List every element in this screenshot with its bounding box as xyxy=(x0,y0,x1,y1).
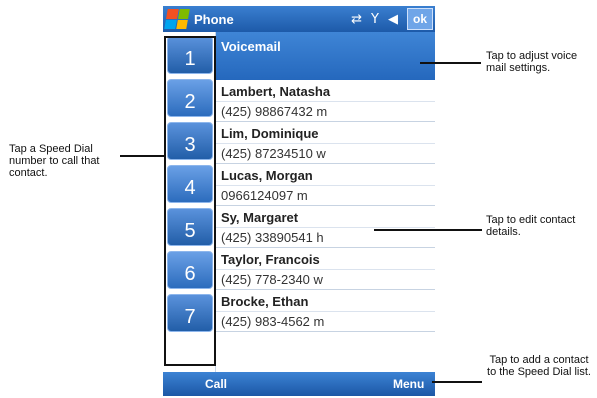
contact-name: Lambert, Natasha xyxy=(221,84,331,99)
contact-row[interactable]: Lim, Dominique (425) 87234510 w xyxy=(216,122,435,164)
contact-name: Taylor, Francois xyxy=(221,252,320,267)
voicemail-label: Voicemail xyxy=(221,39,281,54)
menu-callout: Tap to add a contact to the Speed Dial l… xyxy=(487,354,591,378)
contact-number: (425) 778-2340 w xyxy=(216,269,435,289)
contact-number: (425) 98867432 m xyxy=(216,101,435,121)
speed-dial-callout: Tap a Speed Dial number to call that con… xyxy=(9,143,100,179)
contact-row[interactable]: Sy, Margaret (425) 33890541 h xyxy=(216,206,435,248)
contact-name: Brocke, Ethan xyxy=(221,294,309,309)
contact-row[interactable]: Lucas, Morgan 0966124097 m xyxy=(216,164,435,206)
speaker-icon[interactable]: ◀︎ xyxy=(388,12,398,27)
contact-row[interactable]: Brocke, Ethan (425) 983-4562 m xyxy=(216,290,435,332)
windows-start-icon[interactable] xyxy=(164,9,190,29)
voicemail-leader-line xyxy=(420,62,481,64)
speed-dial-list: Voicemail Lambert, Natasha (425) 9886743… xyxy=(215,32,435,372)
signal-icon[interactable]: Y xyxy=(371,12,379,27)
menu-leader-line xyxy=(432,381,482,383)
voicemail-row[interactable]: Voicemail xyxy=(216,32,435,80)
menu-softkey[interactable]: Menu xyxy=(393,377,424,391)
speed-dial-bracket xyxy=(164,36,216,366)
menu-bar: Call Menu xyxy=(163,372,435,396)
contact-callout: Tap to edit contact details. xyxy=(486,214,576,238)
contact-number: (425) 87234510 w xyxy=(216,143,435,163)
contact-name: Lucas, Morgan xyxy=(221,168,313,183)
speed-dial-leader-line xyxy=(120,155,164,157)
contact-row[interactable]: Lambert, Natasha (425) 98867432 m xyxy=(216,80,435,122)
title-bar: Phone ⇄ Y ◀︎ ok xyxy=(163,6,435,32)
contact-row[interactable]: Taylor, Francois (425) 778-2340 w xyxy=(216,248,435,290)
ok-button[interactable]: ok xyxy=(407,8,433,30)
app-title: Phone xyxy=(194,11,234,27)
connectivity-icon[interactable]: ⇄ xyxy=(351,12,362,27)
call-softkey[interactable]: Call xyxy=(205,377,227,391)
voicemail-callout: Tap to adjust voice mail settings. xyxy=(486,50,578,74)
contact-number: (425) 983-4562 m xyxy=(216,311,435,331)
contact-name: Sy, Margaret xyxy=(221,210,299,225)
contact-name: Lim, Dominique xyxy=(221,126,319,141)
contact-number: 0966124097 m xyxy=(216,185,435,205)
contact-leader-line xyxy=(374,229,482,231)
